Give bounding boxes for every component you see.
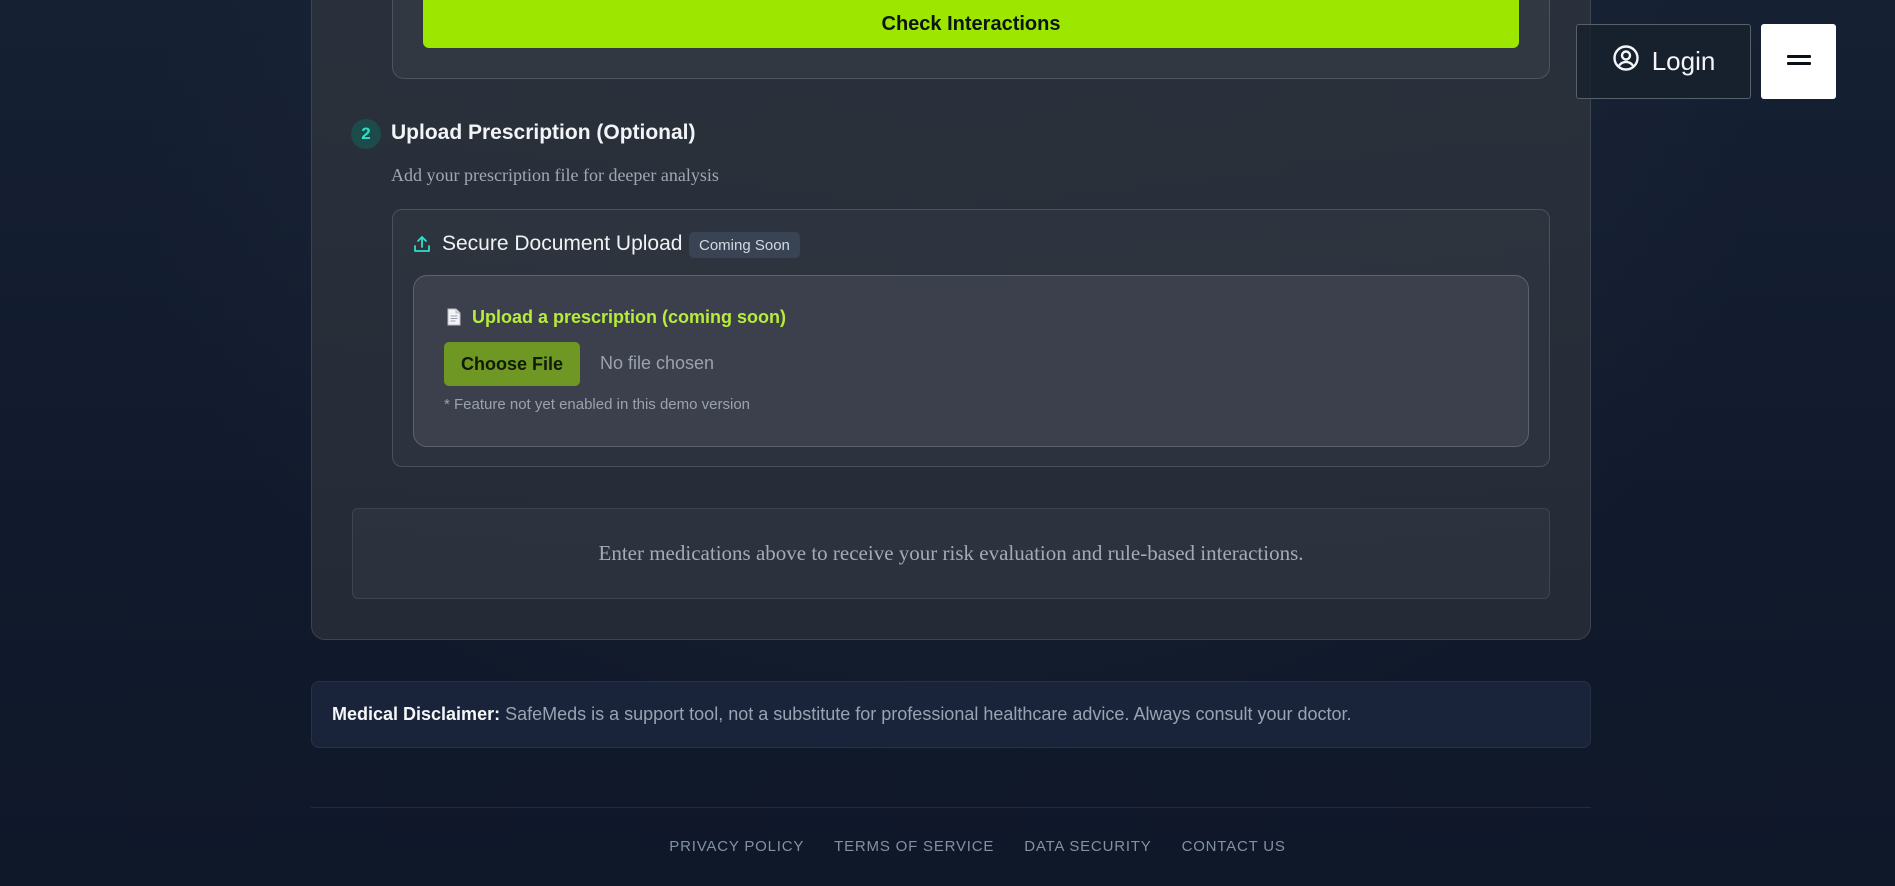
footer-link-privacy-policy[interactable]: PRIVACY POLICY [669,838,804,855]
step-subtitle: Add your prescription file for deeper an… [391,165,719,185]
login-label: Login [1651,46,1716,76]
upload-icon [412,234,432,254]
disclaimer-text: SafeMeds is a support tool, not a substi… [505,704,1352,724]
login-button[interactable]: Login [1576,24,1751,99]
disclaimer-label: Medical Disclaimer: [332,704,501,724]
menu-button[interactable] [1761,24,1836,99]
check-interactions-button[interactable]: Check Interactions [423,0,1519,48]
menu-icon [1786,53,1811,70]
footer-link-terms-of-service[interactable]: TERMS OF SERVICE [834,838,994,855]
results-placeholder: Enter medications above to receive your … [352,508,1550,599]
step-number-badge: 2 [351,119,381,149]
upload-dropzone[interactable] [413,275,1529,447]
results-placeholder-text: Enter medications above to receive your … [598,541,1304,565]
step-title: Upload Prescription (Optional) [391,121,696,144]
upload-section-title: Secure Document Upload [442,232,683,255]
file-status-text: No file chosen [600,353,715,373]
feature-note: * Feature not yet enabled in this demo v… [444,396,751,413]
footer-link-data-security[interactable]: DATA SECURITY [1024,838,1151,855]
document-icon [447,308,461,326]
choose-file-button[interactable]: Choose File [444,342,580,386]
footer-divider [311,807,1591,808]
user-circle-icon [1612,44,1640,79]
coming-soon-badge: Coming Soon [689,232,800,258]
footer-link-contact-us[interactable]: CONTACT US [1182,838,1286,855]
medical-disclaimer: Medical Disclaimer: SafeMeds is a suppor… [311,681,1591,748]
upload-prescription-label: Upload a prescription (coming soon) [472,307,787,327]
footer-links: PRIVACY POLICY TERMS OF SERVICE DATA SEC… [0,838,1895,855]
